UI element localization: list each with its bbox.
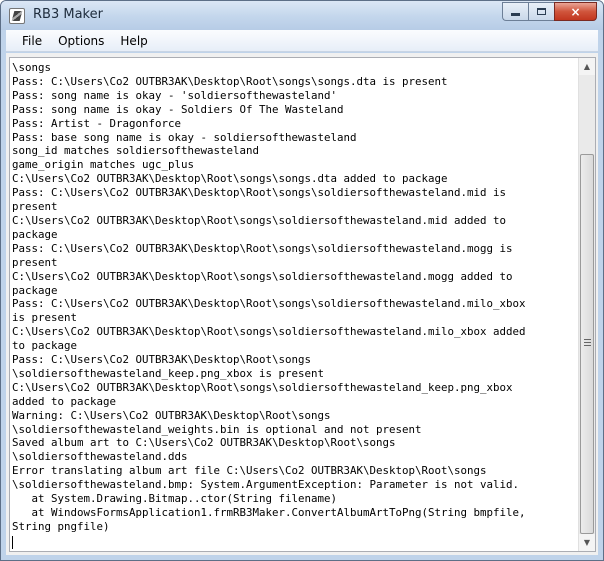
window-title: RB3 Maker: [33, 7, 103, 22]
log-line: Pass: Artist - Dragonforce: [12, 116, 182, 130]
log-line: Warning: C:\Users\Co2 OUTBR3AK\Desktop\R…: [12, 408, 331, 422]
log-line: Pass: C:\Users\Co2 OUTBR3AK\Desktop\Root…: [12, 74, 448, 88]
menu-help[interactable]: Help: [112, 30, 155, 52]
log-line: game_origin matches ugc_plus: [12, 158, 195, 172]
log-line: Error translating album art file C:\User…: [12, 464, 487, 478]
log-line: present: [12, 200, 58, 214]
log-line: added to package: [12, 394, 117, 408]
log-line: \soldiersofthewasteland.dds: [12, 450, 188, 464]
close-button[interactable]: ×: [554, 2, 597, 21]
chevron-down-icon: ▼: [583, 538, 591, 547]
log-line: Pass: base song name is okay - soldierso…: [12, 130, 357, 144]
close-icon: ×: [570, 4, 581, 19]
log-line: \soldiersofthewasteland_keep.png_xbox is…: [12, 366, 325, 380]
log-textbox[interactable]: \songs Pass: C:\Users\Co2 OUTBR3AK\Deskt…: [9, 57, 596, 552]
maximize-button[interactable]: [528, 2, 554, 21]
menu-bar: File Options Help: [6, 30, 598, 52]
grip-icon: [584, 339, 591, 347]
log-line: is present: [12, 311, 78, 325]
log-line: \soldiersofthewasteland.bmp: System.Argu…: [12, 478, 520, 492]
log-line: package: [12, 227, 58, 241]
minimize-button[interactable]: [502, 2, 528, 21]
log-line: Saved album art to C:\Users\Co2 OUTBR3AK…: [12, 436, 396, 450]
log-line: C:\Users\Co2 OUTBR3AK\Desktop\Root\songs…: [12, 380, 513, 394]
log-line: C:\Users\Co2 OUTBR3AK\Desktop\Root\songs…: [12, 325, 526, 339]
title-bar[interactable]: RB3 Maker ×: [1, 1, 603, 30]
client-area: \songs Pass: C:\Users\Co2 OUTBR3AK\Deskt…: [6, 53, 598, 555]
log-line: Pass: C:\Users\Co2 OUTBR3AK\Desktop\Root…: [12, 186, 507, 200]
maximize-icon: [537, 8, 546, 15]
scroll-down-button[interactable]: ▼: [579, 534, 595, 551]
log-line: Pass: C:\Users\Co2 OUTBR3AK\Desktop\Root…: [12, 353, 312, 367]
log-line: present: [12, 255, 58, 269]
log-text: \songs Pass: C:\Users\Co2 OUTBR3AK\Deskt…: [12, 61, 578, 549]
caption-buttons: ×: [502, 2, 597, 21]
log-line: song_id matches soldiersofthewasteland: [12, 144, 260, 158]
log-line: package: [12, 283, 58, 297]
log-line: Pass: song name is okay - 'soldiersofthe…: [12, 88, 338, 102]
text-caret: [12, 536, 13, 549]
log-line: C:\Users\Co2 OUTBR3AK\Desktop\Root\songs…: [12, 269, 513, 283]
log-line: Pass: C:\Users\Co2 OUTBR3AK\Desktop\Root…: [12, 241, 513, 255]
scroll-up-button[interactable]: ▲: [579, 58, 595, 75]
scrollbar-thumb[interactable]: [580, 154, 594, 534]
log-line: to package: [12, 339, 78, 353]
app-icon[interactable]: [9, 8, 25, 24]
app-window: RB3 Maker × File Options Help \songs Pas…: [0, 0, 604, 561]
log-line: at WindowsFormsApplication1.frmRB3Maker.…: [12, 506, 526, 519]
vertical-scrollbar[interactable]: ▲ ▼: [578, 58, 595, 551]
log-line: String pngfile): [12, 519, 110, 533]
chevron-up-icon: ▲: [583, 62, 591, 71]
log-line: \soldiersofthewasteland_weights.bin is o…: [12, 422, 422, 436]
log-line: Pass: song name is okay - Soldiers Of Th…: [12, 102, 344, 116]
log-line: C:\Users\Co2 OUTBR3AK\Desktop\Root\songs…: [12, 213, 507, 227]
menu-options[interactable]: Options: [50, 30, 112, 52]
menu-file[interactable]: File: [6, 30, 50, 52]
log-line: at System.Drawing.Bitmap..ctor(String fi…: [12, 492, 338, 506]
log-line: \songs: [12, 61, 52, 74]
log-line: C:\Users\Co2 OUTBR3AK\Desktop\Root\songs…: [12, 172, 448, 186]
minimize-icon: [511, 13, 520, 16]
log-line: Pass: C:\Users\Co2 OUTBR3AK\Desktop\Root…: [12, 297, 526, 311]
